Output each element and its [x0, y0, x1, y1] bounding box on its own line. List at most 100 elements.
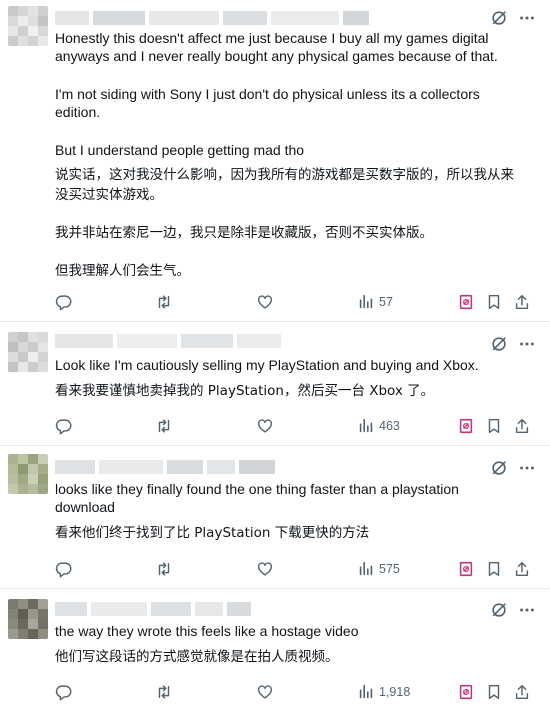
- like-button[interactable]: [256, 559, 274, 579]
- views-bar-icon: [359, 418, 373, 433]
- views-bar-icon: [359, 294, 373, 309]
- post-line: download: [55, 499, 115, 515]
- post-line: 但我理解人们会生气。: [55, 263, 190, 279]
- retweet-button[interactable]: [155, 559, 173, 579]
- views-count: 57: [379, 295, 393, 309]
- reply-post[interactable]: the way they wrote this feels like a hos…: [0, 589, 550, 708]
- post-text: Honestly this doesn't affect me just bec…: [55, 29, 530, 281]
- grok-bookmark-icon: [459, 684, 473, 700]
- post-line: 看来他们终于找到了比 PlayStation 下载更快的方法: [55, 525, 370, 541]
- bookmark-button[interactable]: [485, 559, 503, 579]
- post-line: [55, 205, 530, 223]
- avatar[interactable]: [8, 599, 48, 639]
- retweet-button[interactable]: [155, 416, 173, 436]
- views-bar-icon: [359, 561, 373, 576]
- retweet-icon: [158, 419, 170, 433]
- bookmark-icon: [488, 418, 500, 434]
- grok-bookmark-icon: [459, 418, 473, 434]
- share-icon: [515, 561, 529, 577]
- grok-slash-icon[interactable]: [490, 601, 508, 619]
- share-button[interactable]: [513, 292, 531, 312]
- grok-bookmark-icon: [459, 294, 473, 310]
- reply-icon: [55, 419, 72, 435]
- grok-slash-icon[interactable]: [490, 459, 508, 477]
- reply-button[interactable]: [55, 682, 73, 702]
- more-dots-icon[interactable]: [518, 459, 536, 477]
- views-count: 463: [379, 419, 400, 433]
- post-line: 我并非站在索尼一边，我只是除非是收藏版，否则不买实体版。: [55, 225, 433, 241]
- reply-button[interactable]: [55, 292, 73, 312]
- bookmark-icon: [488, 294, 500, 310]
- post-line: [55, 243, 530, 261]
- retweet-button[interactable]: [155, 682, 173, 702]
- retweet-icon: [158, 295, 170, 309]
- bookmark-button[interactable]: [485, 292, 503, 312]
- post-line: [55, 121, 530, 141]
- grok-bookmark-icon: [459, 561, 473, 577]
- post-line: anyways and I never really bought any ph…: [55, 48, 498, 64]
- retweet-icon: [158, 562, 170, 576]
- grok-bookmark-button[interactable]: [457, 292, 475, 312]
- views-count: 1,918: [379, 685, 411, 699]
- like-button[interactable]: [256, 292, 274, 312]
- grok-slash-icon[interactable]: [490, 9, 508, 27]
- reply-button[interactable]: [55, 416, 73, 436]
- avatar[interactable]: [8, 332, 48, 372]
- heart-icon: [257, 295, 273, 309]
- reply-post[interactable]: looks like they finally found the one th…: [0, 446, 550, 589]
- reply-icon: [55, 295, 72, 311]
- reply-post[interactable]: Honestly this doesn't affect me just bec…: [0, 0, 550, 322]
- share-button[interactable]: [513, 559, 531, 579]
- reply-icon: [55, 562, 72, 578]
- post-text: looks like they finally found the one th…: [55, 480, 530, 542]
- more-dots-icon[interactable]: [518, 9, 536, 27]
- grok-bookmark-button[interactable]: [457, 559, 475, 579]
- heart-icon: [257, 562, 273, 576]
- post-line: 看来我要谨慎地卖掉我的 PlayStation，然后买一台 Xbox 了。: [55, 383, 435, 399]
- grok-bookmark-button[interactable]: [457, 682, 475, 702]
- reply-icon: [55, 685, 72, 701]
- post-line: Look like I'm cautiously selling my Play…: [55, 357, 479, 373]
- author-name-redacted[interactable]: [55, 602, 251, 616]
- avatar[interactable]: [8, 6, 48, 46]
- bookmark-icon: [488, 561, 500, 577]
- more-dots-icon[interactable]: [518, 601, 536, 619]
- reply-button[interactable]: [55, 559, 73, 579]
- post-text: the way they wrote this feels like a hos…: [55, 622, 530, 666]
- post-line: But I understand people getting mad tho: [55, 142, 305, 158]
- share-button[interactable]: [513, 682, 531, 702]
- bookmark-button[interactable]: [485, 682, 503, 702]
- views-bar-icon: [359, 684, 373, 699]
- share-button[interactable]: [513, 416, 531, 436]
- reply-post[interactable]: Look like I'm cautiously selling my Play…: [0, 322, 550, 446]
- author-name-redacted[interactable]: [55, 11, 369, 25]
- bookmark-icon: [488, 684, 500, 700]
- views-button[interactable]: 57: [357, 292, 393, 312]
- post-text: Look like I'm cautiously selling my Play…: [55, 356, 530, 400]
- retweet-button[interactable]: [155, 292, 173, 312]
- post-line: 他们写这段话的方式感觉就像是在拍人质视频。: [55, 649, 339, 665]
- action-bar: 57: [0, 292, 550, 312]
- author-name-redacted[interactable]: [55, 334, 281, 348]
- more-dots-icon[interactable]: [518, 335, 536, 353]
- views-count: 575: [379, 562, 400, 576]
- post-line: Honestly this doesn't affect me just bec…: [55, 30, 489, 46]
- views-button[interactable]: 463: [357, 416, 400, 436]
- retweet-icon: [158, 685, 170, 699]
- post-line: the way they wrote this feels like a hos…: [55, 623, 359, 639]
- views-button[interactable]: 575: [357, 559, 400, 579]
- views-button[interactable]: 1,918: [357, 682, 410, 702]
- grok-bookmark-button[interactable]: [457, 416, 475, 436]
- heart-icon: [257, 419, 273, 433]
- post-line: looks like they finally found the one th…: [55, 481, 459, 497]
- action-bar: 463: [0, 416, 550, 436]
- post-line: edition.: [55, 104, 101, 120]
- grok-slash-icon[interactable]: [490, 335, 508, 353]
- author-name-redacted[interactable]: [55, 460, 275, 474]
- post-line: 没买过实体游戏。: [55, 187, 163, 203]
- like-button[interactable]: [256, 682, 274, 702]
- like-button[interactable]: [256, 416, 274, 436]
- post-line: [55, 65, 530, 85]
- avatar[interactable]: [8, 454, 48, 494]
- bookmark-button[interactable]: [485, 416, 503, 436]
